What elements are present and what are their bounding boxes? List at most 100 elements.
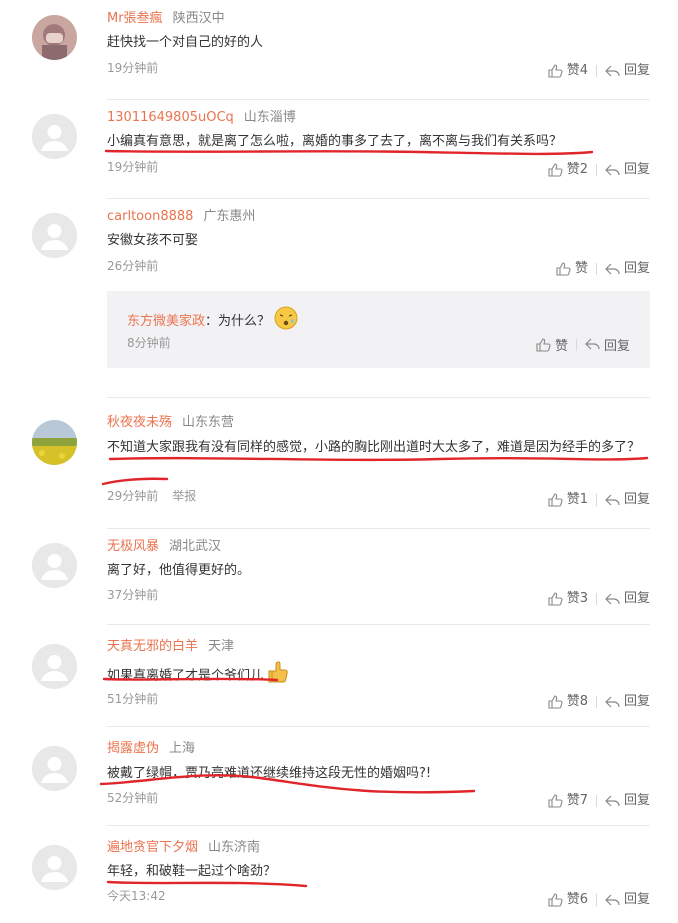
username-link[interactable]: Mr張叁瘋 xyxy=(107,11,163,26)
divider xyxy=(107,397,650,398)
username-link[interactable]: 天真无邪的白羊 xyxy=(107,639,198,654)
like-count: 赞2 xyxy=(566,162,588,177)
like-button[interactable]: 赞 xyxy=(536,335,568,354)
comment-meta: 揭露虚伪 上海 xyxy=(107,740,195,758)
reply-label: 回复 xyxy=(623,63,650,78)
like-count: 赞8 xyxy=(566,694,588,709)
report-link[interactable]: 举报 xyxy=(172,489,196,503)
divider xyxy=(107,528,650,529)
username-link[interactable]: 揭露虚伪 xyxy=(107,741,159,756)
comment-meta: 秋夜夜未殇 山东东营 xyxy=(107,414,234,432)
like-button[interactable]: 赞8 xyxy=(548,693,588,711)
comment-meta: 天真无邪的白羊 天津 xyxy=(107,638,234,656)
comment-time: 19分钟前 xyxy=(107,160,159,174)
reply-button[interactable]: 回复 xyxy=(605,491,650,509)
like-button[interactable]: 赞4 xyxy=(548,62,588,80)
thumbs-up-icon xyxy=(548,493,563,507)
reply-button[interactable]: 回复 xyxy=(605,260,650,278)
thumbs-up-icon xyxy=(556,262,571,276)
comment-actions: 赞3 回复 xyxy=(548,590,650,608)
like-count: 赞1 xyxy=(566,492,588,507)
avatar[interactable] xyxy=(32,644,77,689)
reply-icon xyxy=(605,696,620,707)
comment-text: 年轻，和破鞋一起过个啥劲？ xyxy=(107,864,277,879)
like-button[interactable]: 赞2 xyxy=(548,161,588,179)
comment-text: 赶快找一个对自己的好的人 xyxy=(107,35,264,50)
action-divider xyxy=(595,263,597,275)
reply-label: 回复 xyxy=(603,339,630,354)
divider xyxy=(107,825,650,826)
comment-actions: 赞8 回复 xyxy=(548,693,650,711)
divider xyxy=(107,624,650,625)
avatar[interactable] xyxy=(32,543,77,588)
comment-actions: 赞7 回复 xyxy=(548,792,650,810)
thumbs-up-icon xyxy=(548,794,563,808)
like-count: 赞6 xyxy=(566,892,588,907)
location-text: 广东惠州 xyxy=(203,209,256,224)
comment-text: 被戴了绿帽，贾乃亮难道还继续维持这段无性的婚姻吗?! xyxy=(107,766,432,781)
comment-content: 如果真离婚了才是个爷们儿 xyxy=(107,668,264,684)
username-link[interactable]: 遍地贪官下夕烟 xyxy=(107,840,198,855)
username-link[interactable]: 秋夜夜未殇 xyxy=(107,415,172,430)
reply-label: 回复 xyxy=(623,591,650,606)
comment-actions: 赞 回复 xyxy=(556,260,650,278)
thumbs-up-icon xyxy=(536,337,551,352)
like-count: 赞7 xyxy=(566,793,588,808)
reply-icon xyxy=(605,65,620,76)
comment-time: 37分钟前 xyxy=(107,588,159,602)
comment-text: 小编真有意思，就是离了怎么啦，离婚的事多了去了，离不离与我们有关系吗？ xyxy=(107,134,563,149)
action-divider xyxy=(595,795,597,807)
comment-meta: 无极风暴 湖北武汉 xyxy=(107,538,221,556)
comment-time: 51分钟前 xyxy=(107,692,159,706)
username-link[interactable]: 13011649805uOCq xyxy=(107,110,234,125)
comment-time: 29分钟前 举报 xyxy=(107,487,196,505)
emoji-icon xyxy=(274,306,298,337)
like-button[interactable]: 赞3 xyxy=(548,590,588,608)
comment-time: 26分钟前 xyxy=(107,259,159,273)
like-button[interactable]: 赞7 xyxy=(548,792,588,810)
action-divider xyxy=(595,494,597,506)
avatar[interactable] xyxy=(32,15,77,60)
location-text: 湖北武汉 xyxy=(169,539,222,554)
reply-button[interactable]: 回复 xyxy=(605,161,650,179)
reply-button[interactable]: 回复 xyxy=(605,693,650,711)
username-link[interactable]: carltoon8888 xyxy=(107,209,193,224)
reply-actions: 赞 回复 xyxy=(536,335,630,354)
reply-button[interactable]: 回复 xyxy=(605,792,650,810)
comment-meta: Mr張叁瘋 陕西汉中 xyxy=(107,10,225,28)
thumbs-up-icon xyxy=(548,695,563,709)
underline-comment-4b xyxy=(101,477,169,486)
comment-actions: 赞6 回复 xyxy=(548,891,650,909)
avatar[interactable] xyxy=(32,845,77,890)
comment-actions: 赞4 回复 xyxy=(548,62,650,80)
like-button[interactable]: 赞 xyxy=(556,260,588,278)
thumbs-up-icon xyxy=(548,893,563,907)
reply-username-link[interactable]: 东方微美家政 xyxy=(127,314,205,329)
like-button[interactable]: 赞6 xyxy=(548,891,588,909)
location-text: 上海 xyxy=(169,741,196,756)
divider xyxy=(107,198,650,199)
reply-label: 回复 xyxy=(623,892,650,907)
reply-button[interactable]: 回复 xyxy=(585,335,630,354)
avatar[interactable] xyxy=(32,746,77,791)
time-label: 29分钟前 xyxy=(107,489,159,503)
avatar[interactable] xyxy=(32,420,77,465)
avatar[interactable] xyxy=(32,213,77,258)
like-button[interactable]: 赞1 xyxy=(548,491,588,509)
like-count: 赞 xyxy=(574,261,588,276)
reply-icon xyxy=(605,795,620,806)
comment-text: 安徽女孩不可娶 xyxy=(107,233,199,248)
reply-button[interactable]: 回复 xyxy=(605,590,650,608)
reply-label: 回复 xyxy=(623,492,650,507)
reply-icon xyxy=(605,494,620,505)
username-link[interactable]: 无极风暴 xyxy=(107,539,159,554)
location-text: 山东济南 xyxy=(208,840,261,855)
reply-button[interactable]: 回复 xyxy=(605,62,650,80)
comment-meta: 遍地贪官下夕烟 山东济南 xyxy=(107,839,260,857)
avatar[interactable] xyxy=(32,114,77,159)
reply-button[interactable]: 回复 xyxy=(605,891,650,909)
comment-meta: carltoon8888 广东惠州 xyxy=(107,208,255,226)
action-divider xyxy=(575,338,577,351)
comment-text: 如果真离婚了才是个爷们儿 xyxy=(107,660,652,692)
thumbs-up-icon xyxy=(548,64,563,78)
